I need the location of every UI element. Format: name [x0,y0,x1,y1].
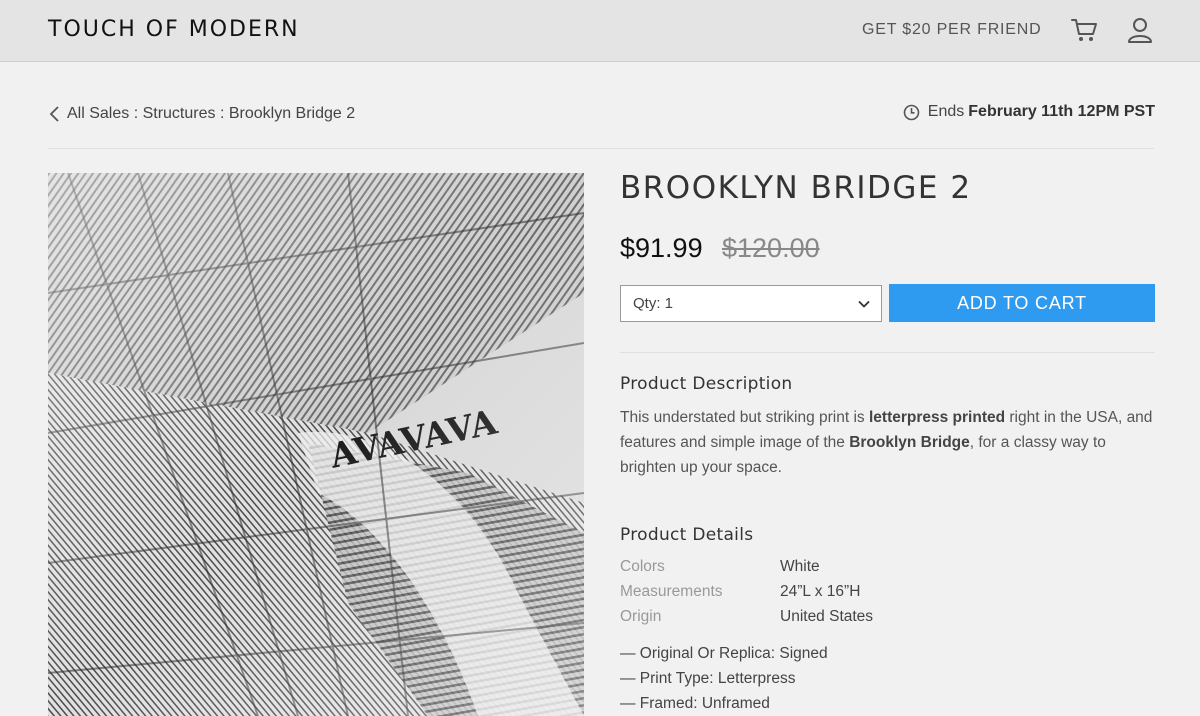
detail-bullet: — Framed: Unframed [620,695,770,712]
divider [48,148,1154,149]
referral-link[interactable]: GET $20 PER FRIEND [862,21,1042,39]
product-details-table: Colors White Measurements 24”L x 16”H Or… [620,558,873,633]
detail-bullet: — Original Or Replica: Signed [620,645,828,662]
details-value: United States [780,608,874,625]
details-label: Measurements [620,583,723,600]
brooklyn-bridge-print-image: AVAVAVA [48,173,584,716]
details-row-origin: Origin United States [620,608,873,633]
sale-end-date: February 11th 12PM PST [968,103,1155,120]
site-logo[interactable]: TOUCH OF MODERN [48,17,300,42]
sale-end-timer: Ends February 11th 12PM PST [903,103,1155,121]
details-value: 24”L x 16”H [780,583,861,600]
product-image[interactable]: AVAVAVA [48,173,584,716]
divider [620,352,1155,353]
detail-bullet: — Print Type: Letterpress [620,670,796,687]
sale-price: $91.99 [620,233,703,263]
breadcrumb-text[interactable]: All Sales : Structures : Brooklyn Bridge… [67,105,355,123]
product-details-heading: Product Details [620,525,754,545]
quantity-label: Qty: 1 [633,295,674,312]
breadcrumb[interactable]: All Sales : Structures : Brooklyn Bridge… [48,105,355,123]
original-price: $120.00 [722,233,820,263]
chevron-left-icon [49,106,59,122]
details-row-measurements: Measurements 24”L x 16”H [620,583,873,608]
details-label: Colors [620,558,665,575]
chevron-down-icon [858,300,870,308]
product-description-heading: Product Description [620,374,793,394]
user-icon[interactable] [1127,16,1153,44]
details-label: Origin [620,608,662,625]
clock-icon [903,104,920,120]
quantity-select[interactable]: Qty: 1 [620,285,882,322]
product-details-bullets: — Original Or Replica: Signed — Print Ty… [620,645,828,716]
details-value: White [780,558,820,575]
sale-end-prefix: Ends [927,103,965,120]
product-title: BROOKLYN BRIDGE 2 [620,170,972,206]
top-navigation-bar: TOUCH OF MODERN GET $20 PER FRIEND [0,0,1200,62]
details-row-colors: Colors White [620,558,873,583]
cart-icon[interactable] [1070,16,1098,44]
product-description-text: This understated but striking print is l… [620,409,1153,476]
add-to-cart-button[interactable]: ADD TO CART [889,284,1155,322]
